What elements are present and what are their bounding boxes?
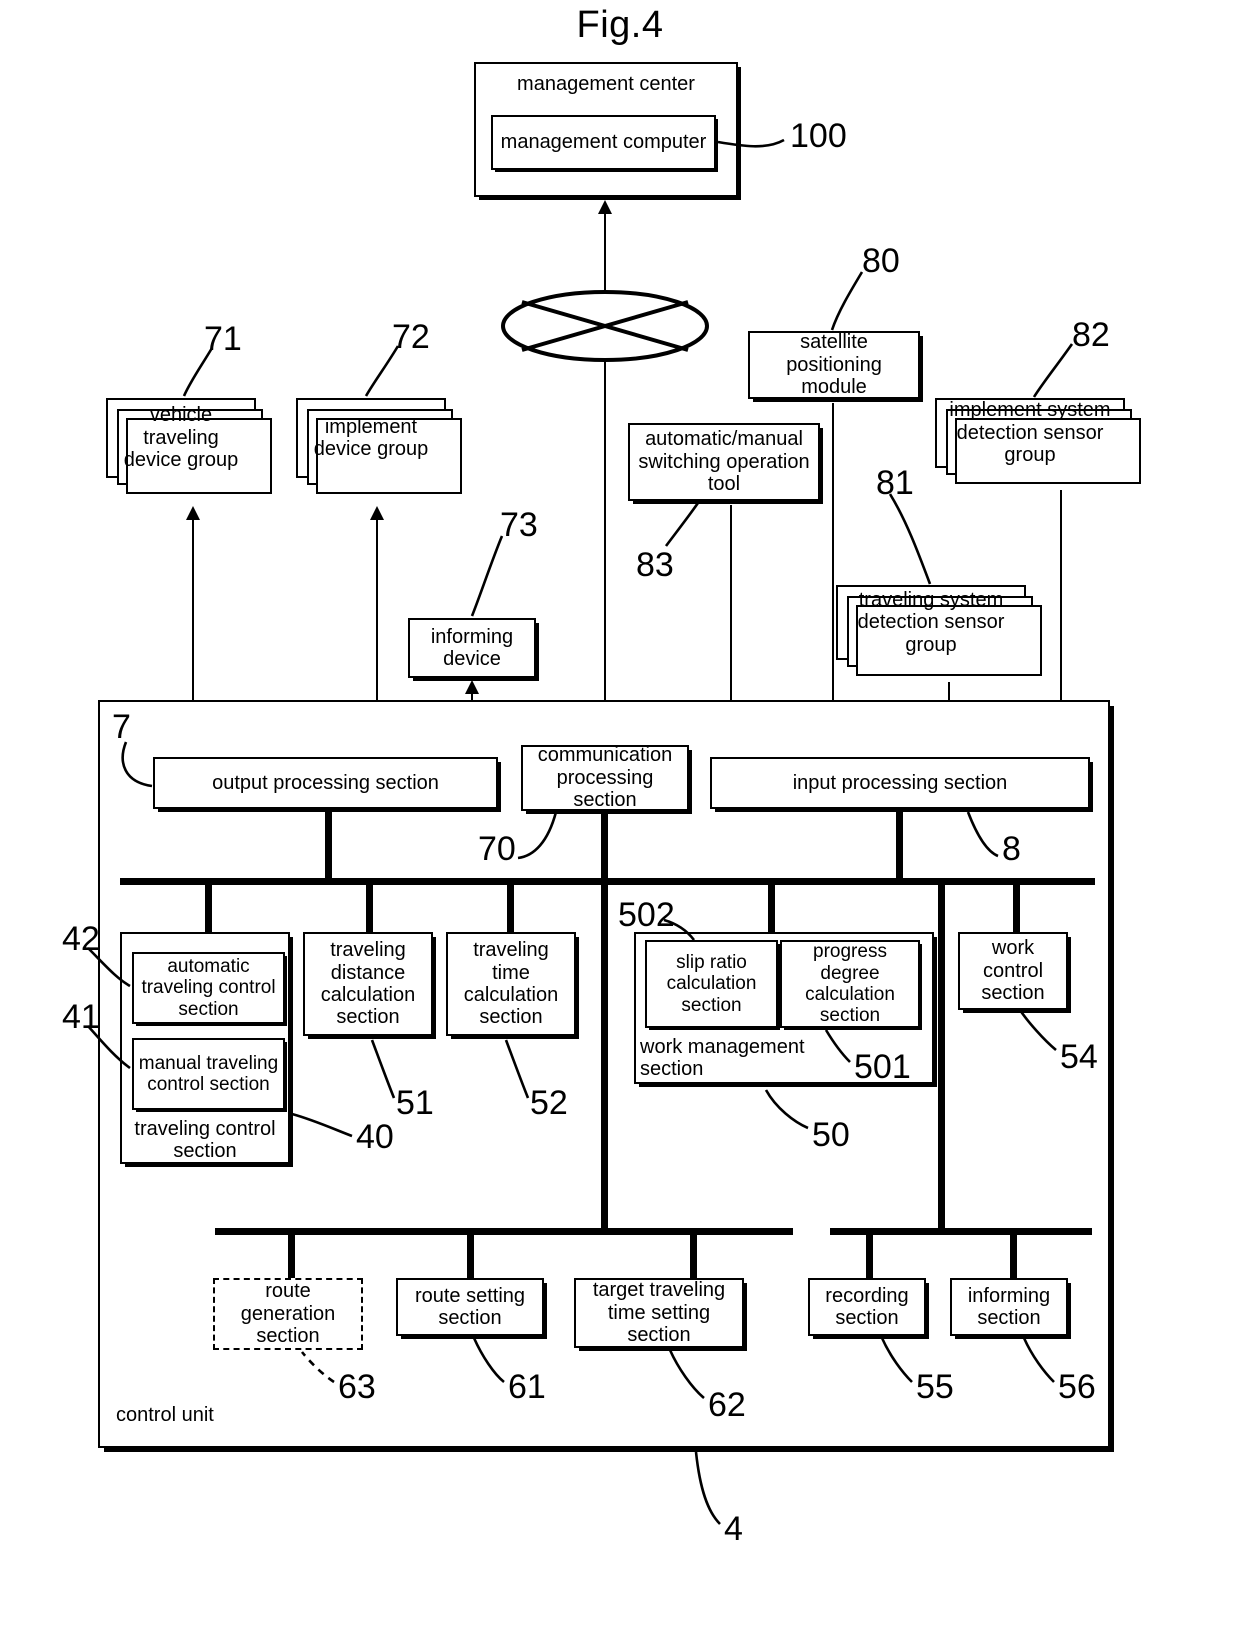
- bus-stub-route-setting: [467, 1232, 474, 1284]
- arrowhead-to-management-center: [598, 200, 612, 214]
- ref-63: 63: [338, 1368, 376, 1406]
- patent-figure: Fig.4 management center management compu…: [0, 0, 1240, 1628]
- traveling-time-calculation-section-box: traveling time calculation section: [446, 932, 576, 1036]
- ref-8: 8: [1002, 830, 1021, 868]
- traveling-distance-calculation-section-box: traveling distance calculation section: [303, 932, 433, 1036]
- ref-41: 41: [62, 998, 100, 1036]
- bus-stub-work-management: [768, 882, 775, 932]
- bus-stub-to-lower-right: [938, 882, 945, 1230]
- ref-4: 4: [724, 1510, 743, 1548]
- ref-70: 70: [478, 830, 516, 868]
- bus-stub-traveling-distance: [366, 882, 373, 932]
- ref-501: 501: [854, 1048, 911, 1086]
- ref-502: 502: [618, 896, 675, 934]
- ref-7: 7: [112, 708, 131, 746]
- ref-56: 56: [1058, 1368, 1096, 1406]
- progress-degree-calculation-section-box: progress degree calculation section: [780, 940, 920, 1028]
- ref-81: 81: [876, 464, 914, 502]
- arrowhead-to-informing-device: [465, 680, 479, 694]
- control-unit-caption: control unit: [116, 1404, 214, 1426]
- arrowhead-to-implement-group: [370, 506, 384, 520]
- bus-stub-route-generation: [288, 1232, 295, 1284]
- output-processing-section-box: output processing section: [153, 757, 498, 809]
- lower-bus-left: [215, 1228, 793, 1235]
- work-control-section-box: work control section: [958, 932, 1068, 1010]
- bus-stub-traveling-time: [507, 882, 514, 932]
- ref-52: 52: [530, 1084, 568, 1122]
- bus-stub-comm-upper: [601, 811, 608, 881]
- route-setting-section-box: route setting section: [396, 1278, 544, 1336]
- ref-73: 73: [500, 506, 538, 544]
- figure-title: Fig.4: [576, 4, 664, 46]
- network-ellipse-icon: [501, 290, 709, 362]
- automatic-traveling-control-section-box: automatic traveling control section: [132, 952, 285, 1024]
- ref-55: 55: [916, 1368, 954, 1406]
- ref-82: 82: [1072, 316, 1110, 354]
- ref-100: 100: [790, 117, 847, 155]
- vehicle-traveling-device-group-box: vehicle traveling device group: [106, 398, 272, 494]
- implement-device-group-box: implement device group: [296, 398, 462, 494]
- slip-ratio-calculation-section-box: slip ratio calculation section: [645, 940, 778, 1028]
- recording-section-box: recording section: [808, 1278, 926, 1336]
- management-computer-box: management computer: [491, 115, 716, 170]
- manual-traveling-control-section-box: manual traveling control section: [132, 1038, 285, 1110]
- informing-section-box: informing section: [950, 1278, 1068, 1336]
- ref-71: 71: [204, 320, 242, 358]
- bus-stub-work-control: [1013, 882, 1020, 932]
- management-center-label: management center: [517, 73, 695, 95]
- arrowhead-to-vehicle-group: [186, 506, 200, 520]
- bus-stub-informing: [1010, 1232, 1017, 1284]
- communication-processing-section-box: communication processing section: [521, 744, 689, 811]
- line-satellite-to-input: [832, 403, 834, 743]
- satellite-positioning-module-box: satellite positioning module: [748, 331, 920, 399]
- bus-stub-recording: [866, 1232, 873, 1284]
- ref-40: 40: [356, 1118, 394, 1156]
- traveling-system-detection-sensor-group-box: traveling system detection sensor group: [836, 585, 1042, 676]
- traveling-control-section-label: traveling control section: [134, 1118, 276, 1163]
- implement-system-detection-sensor-group-box: implement system detection sensor group: [935, 398, 1141, 484]
- ref-61: 61: [508, 1368, 546, 1406]
- automatic-manual-switching-operation-tool-box: automatic/manual switching operation too…: [628, 423, 820, 501]
- bus-stub-input: [896, 809, 903, 881]
- input-processing-section-box: input processing section: [710, 757, 1090, 809]
- line-cloud-to-comm: [604, 362, 606, 748]
- bus-stub-traveling-control: [205, 882, 212, 934]
- work-management-section-label: work management section: [640, 1036, 805, 1081]
- bus-stub-target-traveling-time: [690, 1232, 697, 1284]
- bus-stub-comm-lower: [601, 882, 608, 1230]
- ref-50: 50: [812, 1116, 850, 1154]
- ref-42: 42: [62, 920, 100, 958]
- ref-83: 83: [636, 546, 674, 584]
- ref-51: 51: [396, 1084, 434, 1122]
- informing-device-box: informing device: [408, 618, 536, 678]
- route-generation-section-box: route generation section: [213, 1278, 363, 1350]
- target-traveling-time-setting-section-box: target traveling time setting section: [574, 1278, 744, 1348]
- bus-stub-output: [325, 809, 332, 881]
- ref-54: 54: [1060, 1038, 1098, 1076]
- ref-72: 72: [392, 318, 430, 356]
- ref-62: 62: [708, 1386, 746, 1424]
- ref-80: 80: [862, 242, 900, 280]
